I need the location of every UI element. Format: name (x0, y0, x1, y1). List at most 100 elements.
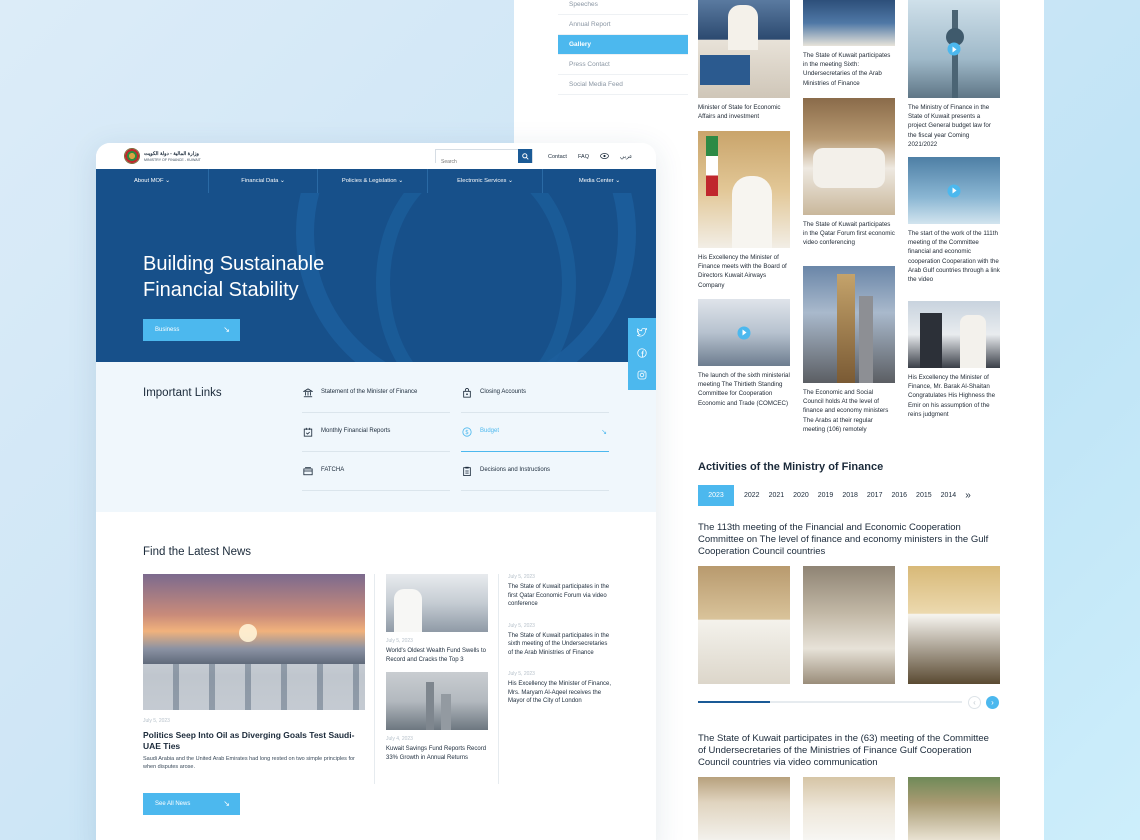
news-card[interactable]: July 5, 2023 The State of Kuwait partici… (508, 574, 612, 609)
calendar-check-icon (302, 426, 313, 437)
news-date: July 5, 2023 (508, 574, 535, 580)
important-links-title: Important Links (143, 387, 222, 399)
activity-title[interactable]: The 113th meeting of the Financial and E… (698, 522, 994, 558)
side-menu-item-gallery[interactable]: Gallery (558, 35, 688, 55)
year-tab[interactable]: 2018 (842, 492, 858, 499)
gallery-item[interactable]: The start of the work of the 111th meeti… (908, 157, 1000, 284)
gallery-image (908, 157, 1000, 224)
gallery-caption: The start of the work of the 111th meeti… (908, 230, 1000, 284)
activity-photo[interactable] (908, 566, 1000, 684)
activity-photo[interactable] (698, 566, 790, 684)
activity-photo[interactable] (698, 777, 790, 840)
play-icon[interactable] (947, 42, 961, 56)
news-image (386, 672, 488, 730)
year-tab[interactable]: 2020 (793, 492, 809, 499)
important-link-closing-accounts[interactable]: Closing Accounts (461, 376, 609, 413)
instagram-icon[interactable] (637, 370, 647, 380)
logo-arabic-text: وزارة المالية - دولة الكويت (144, 150, 199, 157)
nav-item-media-center[interactable]: Media Center ⌄ (543, 169, 656, 193)
mof-logo[interactable]: وزارة المالية - دولة الكويت MINISTRY OF … (124, 148, 201, 164)
nav-item-financial-data[interactable]: Financial Data ⌄ (209, 169, 318, 193)
play-icon[interactable] (947, 184, 961, 197)
main-nav: About MOF ⌄ Financial Data ⌄ Policies & … (96, 169, 656, 193)
important-link-monthly-reports[interactable]: Monthly Financial Reports (302, 415, 450, 452)
news-card[interactable]: July 5, 2023 His Excellency the Minister… (508, 671, 612, 706)
accessibility-eye-icon[interactable] (600, 153, 609, 161)
play-icon[interactable] (737, 326, 751, 339)
gallery-caption: His Excellency the Minister of Finance m… (698, 254, 787, 289)
news-date: July 5, 2023 (386, 638, 413, 644)
news-title: Find the Latest News (143, 546, 252, 558)
gallery-caption: The launch of the sixth ministerial meet… (698, 372, 790, 407)
nav-item-policies-legislation[interactable]: Policies & Legislation ⌄ (318, 169, 428, 193)
important-link-label: Budget (480, 428, 500, 434)
facebook-icon[interactable] (637, 348, 647, 359)
faq-link[interactable]: FAQ (578, 154, 589, 160)
activity-photo[interactable] (803, 777, 895, 840)
important-link-fatcha[interactable]: FATCHA (302, 454, 450, 491)
news-headline: World's Oldest Wealth Fund Swells to Rec… (386, 648, 486, 663)
year-tab[interactable]: 2016 (891, 492, 907, 499)
news-image (386, 574, 488, 632)
cards-icon (302, 465, 313, 476)
contact-link[interactable]: Contact (548, 154, 567, 160)
important-link-decisions[interactable]: Decisions and Instructions (461, 454, 609, 491)
gallery-image (803, 266, 895, 383)
important-link-statement[interactable]: Statement of the Minister of Finance (302, 376, 450, 413)
search-button[interactable] (518, 149, 532, 163)
news-card[interactable]: July 5, 2023 World's Oldest Wealth Fund … (386, 574, 488, 664)
year-tab[interactable]: 2022 (744, 492, 760, 499)
important-links-section: Important Links Statement of the Ministe… (96, 362, 656, 512)
activity-photo-row (698, 777, 1000, 840)
gallery-caption: His Excellency the Minister of Finance, … (908, 374, 996, 418)
language-switch[interactable]: عربي (620, 154, 632, 160)
gallery-item[interactable]: The State of Kuwait participates in the … (803, 0, 895, 88)
gallery-image (698, 131, 790, 248)
divider (498, 574, 499, 784)
gallery-caption: The Economic and Social Council holds At… (803, 389, 889, 433)
activity-title[interactable]: The State of Kuwait participates in the … (698, 733, 994, 769)
social-sidebar (628, 318, 656, 390)
news-card[interactable]: July 5, 2023 The State of Kuwait partici… (508, 623, 612, 658)
year-tab[interactable]: 2014 (941, 492, 957, 499)
arrow-down-right-icon: ↘ (223, 325, 230, 334)
gallery-item[interactable]: The State of Kuwait participates in the … (803, 98, 895, 248)
gallery-image (698, 0, 790, 98)
news-card[interactable]: July 4, 2023 Kuwait Savings Fund Reports… (386, 672, 488, 762)
search-input[interactable] (436, 156, 518, 168)
gallery-item[interactable]: His Excellency the Minister of Finance, … (908, 301, 1000, 419)
hero-decoration (376, 193, 576, 362)
activity-photo[interactable] (908, 777, 1000, 840)
double-chevron-right-icon[interactable]: » (965, 490, 971, 501)
kuwait-emblem-icon (124, 148, 140, 164)
side-menu-item-press-contact[interactable]: Press Contact (558, 55, 688, 75)
side-menu-item-social-media-feed[interactable]: Social Media Feed (558, 75, 688, 95)
slider-progress (698, 701, 962, 703)
chevron-right-icon[interactable]: › (986, 696, 999, 709)
year-tab[interactable]: 2017 (867, 492, 883, 499)
nav-item-electronic-services[interactable]: Electronic Services ⌄ (428, 169, 543, 193)
featured-news-card[interactable]: July 5, 2023 Politics Seep Into Oil as D… (143, 574, 365, 771)
gallery-item[interactable]: Minister of State for Economic Affairs a… (698, 0, 790, 121)
year-tab[interactable]: 2023 (698, 485, 734, 506)
gallery-item[interactable]: His Excellency the Minister of Finance m… (698, 131, 790, 290)
twitter-icon[interactable] (637, 327, 647, 337)
year-tab[interactable]: 2019 (818, 492, 834, 499)
side-menu-item-speeches[interactable]: Speeches (558, 0, 688, 15)
see-all-news-button[interactable]: See All News ↘ (143, 793, 240, 815)
home-page-panel: وزارة المالية - دولة الكويت MINISTRY OF … (96, 143, 656, 840)
activity-photo[interactable] (803, 566, 895, 684)
gallery-image (908, 0, 1000, 98)
activities-title: Activities of the Ministry of Finance (698, 461, 884, 473)
gallery-item[interactable]: The Economic and Social Council holds At… (803, 266, 895, 434)
business-button[interactable]: Business ↘ (143, 319, 240, 341)
chevron-left-icon[interactable]: ‹ (968, 696, 981, 709)
news-column-right: July 5, 2023 The State of Kuwait partici… (508, 574, 612, 706)
gallery-item[interactable]: The launch of the sixth ministerial meet… (698, 299, 790, 408)
side-menu-item-annual-report[interactable]: Annual Report (558, 15, 688, 35)
year-tab[interactable]: 2015 (916, 492, 932, 499)
year-tab[interactable]: 2021 (769, 492, 785, 499)
gallery-item[interactable]: The Ministry of Finance in the State of … (908, 0, 1000, 149)
important-link-budget[interactable]: $ Budget ↘ (461, 415, 609, 452)
nav-item-about-mof[interactable]: About MOF ⌄ (96, 169, 209, 193)
